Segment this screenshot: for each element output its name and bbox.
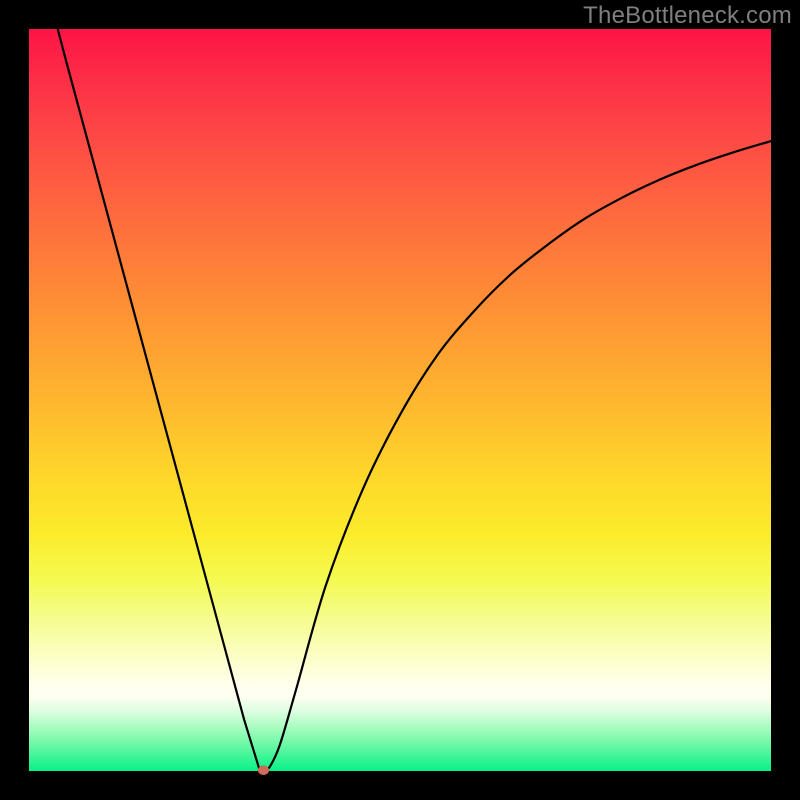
plot-area — [29, 29, 771, 771]
minimum-marker — [258, 766, 269, 775]
chart-frame: TheBottleneck.com — [0, 0, 800, 800]
curve-left-branch — [58, 30, 264, 771]
attribution-text: TheBottleneck.com — [583, 2, 792, 30]
curve-right-branch — [263, 141, 771, 770]
bottleneck-curve — [29, 29, 771, 771]
